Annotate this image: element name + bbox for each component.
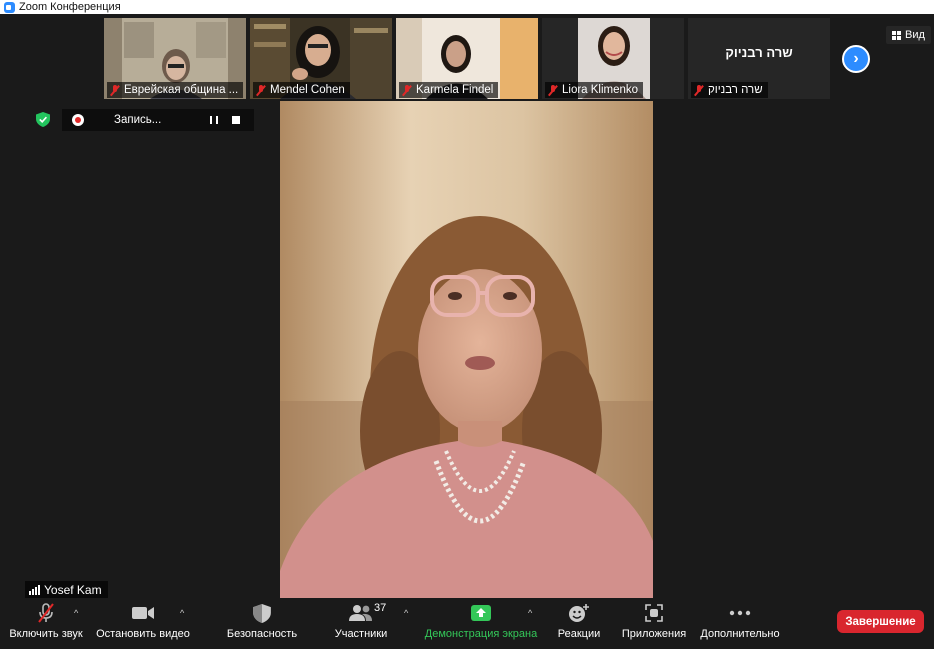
stop-video-button[interactable]: ^ Остановить видео: [96, 600, 190, 649]
window-title: Zoom Конференция: [19, 1, 121, 13]
apps-button[interactable]: Приложения: [620, 600, 688, 649]
video-options-caret[interactable]: ^: [180, 608, 184, 618]
security-shield-icon: [253, 603, 271, 623]
pause-recording-button[interactable]: [210, 116, 218, 124]
participant-thumb[interactable]: Liora Klimenko: [542, 18, 684, 99]
participant-name: Еврейская община ...: [124, 84, 239, 96]
grid-view-icon: [892, 30, 901, 40]
participants-label: Участники: [334, 628, 388, 640]
end-meeting-button[interactable]: Завершение: [837, 610, 924, 633]
muted-mic-icon: [402, 84, 412, 96]
apps-label: Приложения: [621, 628, 687, 640]
more-button[interactable]: Дополнительно: [700, 600, 780, 649]
participant-name: שרה רבניוק: [708, 84, 763, 96]
record-icon: [72, 114, 84, 126]
more-dots-icon: [729, 610, 751, 616]
participants-button[interactable]: 37 ^ Участники: [332, 600, 409, 649]
participant-thumb[interactable]: Karmela Findel: [396, 18, 538, 99]
speaker-video-frame: [280, 101, 653, 598]
participant-name-label: שרה רבניוק: [691, 82, 768, 98]
participant-name-label: Karmela Findel: [399, 82, 499, 98]
more-label: Дополнительно: [700, 628, 780, 640]
window-titlebar: Zoom Конференция: [0, 0, 934, 14]
participant-name: Mendel Cohen: [270, 84, 345, 96]
reactions-label: Реакции: [557, 628, 601, 640]
stop-video-label: Остановить видео: [96, 628, 190, 640]
audio-options-caret[interactable]: ^: [74, 608, 78, 618]
participant-name: Karmela Findel: [416, 84, 494, 96]
chevron-right-icon: ›: [853, 50, 859, 67]
participant-name-label: Еврейская община ...: [107, 82, 243, 98]
connection-strength-icon: [29, 584, 40, 595]
participant-name-label: Mendel Cohen: [253, 82, 350, 98]
unmute-button[interactable]: ^ Включить звук: [8, 600, 84, 649]
view-button-label: Вид: [905, 29, 925, 41]
next-page-button[interactable]: ›: [842, 45, 870, 73]
participant-thumb[interactable]: Еврейская община ...: [104, 18, 246, 99]
active-speaker-name: Yosef Kam: [44, 582, 102, 597]
participant-name: Liora Klimenko: [562, 84, 639, 96]
security-button[interactable]: Безопасность: [226, 600, 298, 649]
meeting-toolbar: ^ Включить звук ^ Остановить видео Безоп…: [0, 600, 934, 649]
muted-mic-icon: [694, 84, 704, 96]
muted-mic-icon: [110, 84, 120, 96]
apps-icon: [645, 604, 663, 622]
participants-options-caret[interactable]: ^: [404, 608, 408, 618]
participants-icon: [349, 605, 372, 621]
muted-mic-icon: [256, 84, 266, 96]
muted-microphone-icon: [38, 603, 54, 623]
recording-indicator: Запись...: [62, 109, 254, 131]
participants-strip: Еврейская община ... Mendel Cohen Karmel…: [104, 18, 830, 99]
unmute-label: Включить звук: [9, 628, 83, 640]
smiley-reaction-icon: [569, 604, 589, 622]
encryption-shield-icon[interactable]: [36, 112, 50, 127]
recording-label: Запись...: [114, 114, 162, 126]
view-button[interactable]: Вид: [886, 26, 931, 44]
stop-recording-button[interactable]: [232, 116, 240, 124]
participant-name-label: Liora Klimenko: [545, 82, 644, 98]
muted-mic-icon: [548, 84, 558, 96]
video-camera-icon: [132, 607, 154, 619]
zoom-app-icon: [4, 1, 15, 13]
participants-count: 37: [374, 602, 387, 614]
share-screen-icon: [471, 605, 491, 621]
share-screen-button[interactable]: ^ Демонстрация экрана: [424, 600, 538, 649]
share-options-caret[interactable]: ^: [528, 608, 532, 618]
active-speaker-video: [280, 101, 653, 598]
security-label: Безопасность: [226, 628, 298, 640]
share-screen-label: Демонстрация экрана: [424, 628, 538, 640]
reactions-button[interactable]: Реакции: [554, 600, 604, 649]
participant-thumb-video-off[interactable]: שרה רבניוק שרה רבניוק: [688, 18, 830, 99]
active-speaker-label: Yosef Kam: [25, 581, 108, 598]
meeting-stage: Еврейская община ... Mendel Cohen Karmel…: [0, 14, 934, 600]
participant-thumb[interactable]: Mendel Cohen: [250, 18, 392, 99]
participant-display-name: שרה רבניוק: [725, 45, 793, 60]
